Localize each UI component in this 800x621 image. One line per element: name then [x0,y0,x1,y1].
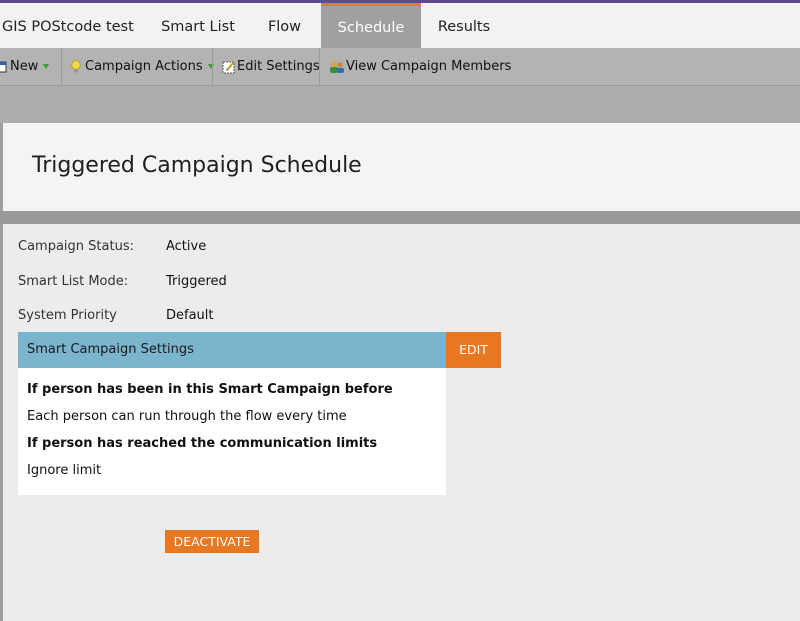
dropdown-arrow-icon [43,64,50,69]
header-divider-band [0,211,800,224]
edit-settings-icon [222,60,235,73]
toolbar-divider [212,48,213,85]
new-label: New [10,59,39,74]
toolbar: New Campaign Actions Edit Settings View … [0,48,800,86]
edit-settings-label: Edit Settings [237,59,320,74]
system-priority-label: System Priority [18,308,117,323]
rule-previous-run-answer: Each person can run through the flow eve… [27,409,347,424]
campaign-status-label: Campaign Status: [18,239,134,254]
smart-list-mode-value: Triggered [166,274,227,289]
system-priority-value: Default [166,308,214,323]
edit-settings-action-button[interactable]: EDIT [446,332,501,368]
tab-results[interactable]: Results [421,3,507,48]
page-header: Triggered Campaign Schedule [3,123,800,212]
smart-campaign-settings-panel: If person has been in this Smart Campaig… [18,368,446,495]
edit-settings-button[interactable]: Edit Settings [222,48,320,85]
campaign-actions-button[interactable]: Campaign Actions [70,48,214,85]
view-campaign-members-label: View Campaign Members [346,59,512,74]
lightbulb-icon [71,59,81,72]
tab-campaign-name[interactable]: GIS POStcode test [0,3,150,48]
rule-communication-limit-question: If person has reached the communication … [27,436,378,451]
toolbar-divider [61,48,62,85]
campaign-status-value: Active [166,239,207,254]
rule-previous-run-question: If person has been in this Smart Campaig… [27,382,393,397]
tab-bar: GIS POStcode test Smart List Flow Schedu… [0,3,800,49]
campaign-actions-label: Campaign Actions [85,59,203,74]
new-button[interactable]: New [0,48,50,85]
deactivate-button[interactable]: DEACTIVATE [165,530,259,553]
members-icon [330,60,344,73]
smart-list-mode-label: Smart List Mode: [18,274,129,289]
page-icon [0,61,7,72]
rule-communication-limit-answer: Ignore limit [27,463,102,478]
smart-campaign-settings-header: Smart Campaign Settings [18,332,446,368]
view-campaign-members-button[interactable]: View Campaign Members [329,48,511,85]
sub-toolbar-band [0,86,800,123]
tab-smart-list[interactable]: Smart List [148,3,248,48]
tab-schedule[interactable]: Schedule [321,3,421,48]
tab-flow[interactable]: Flow [248,3,321,48]
schedule-content: Campaign Status: Active Smart List Mode:… [3,224,800,621]
toolbar-divider [319,48,320,85]
page-title: Triggered Campaign Schedule [32,153,362,178]
